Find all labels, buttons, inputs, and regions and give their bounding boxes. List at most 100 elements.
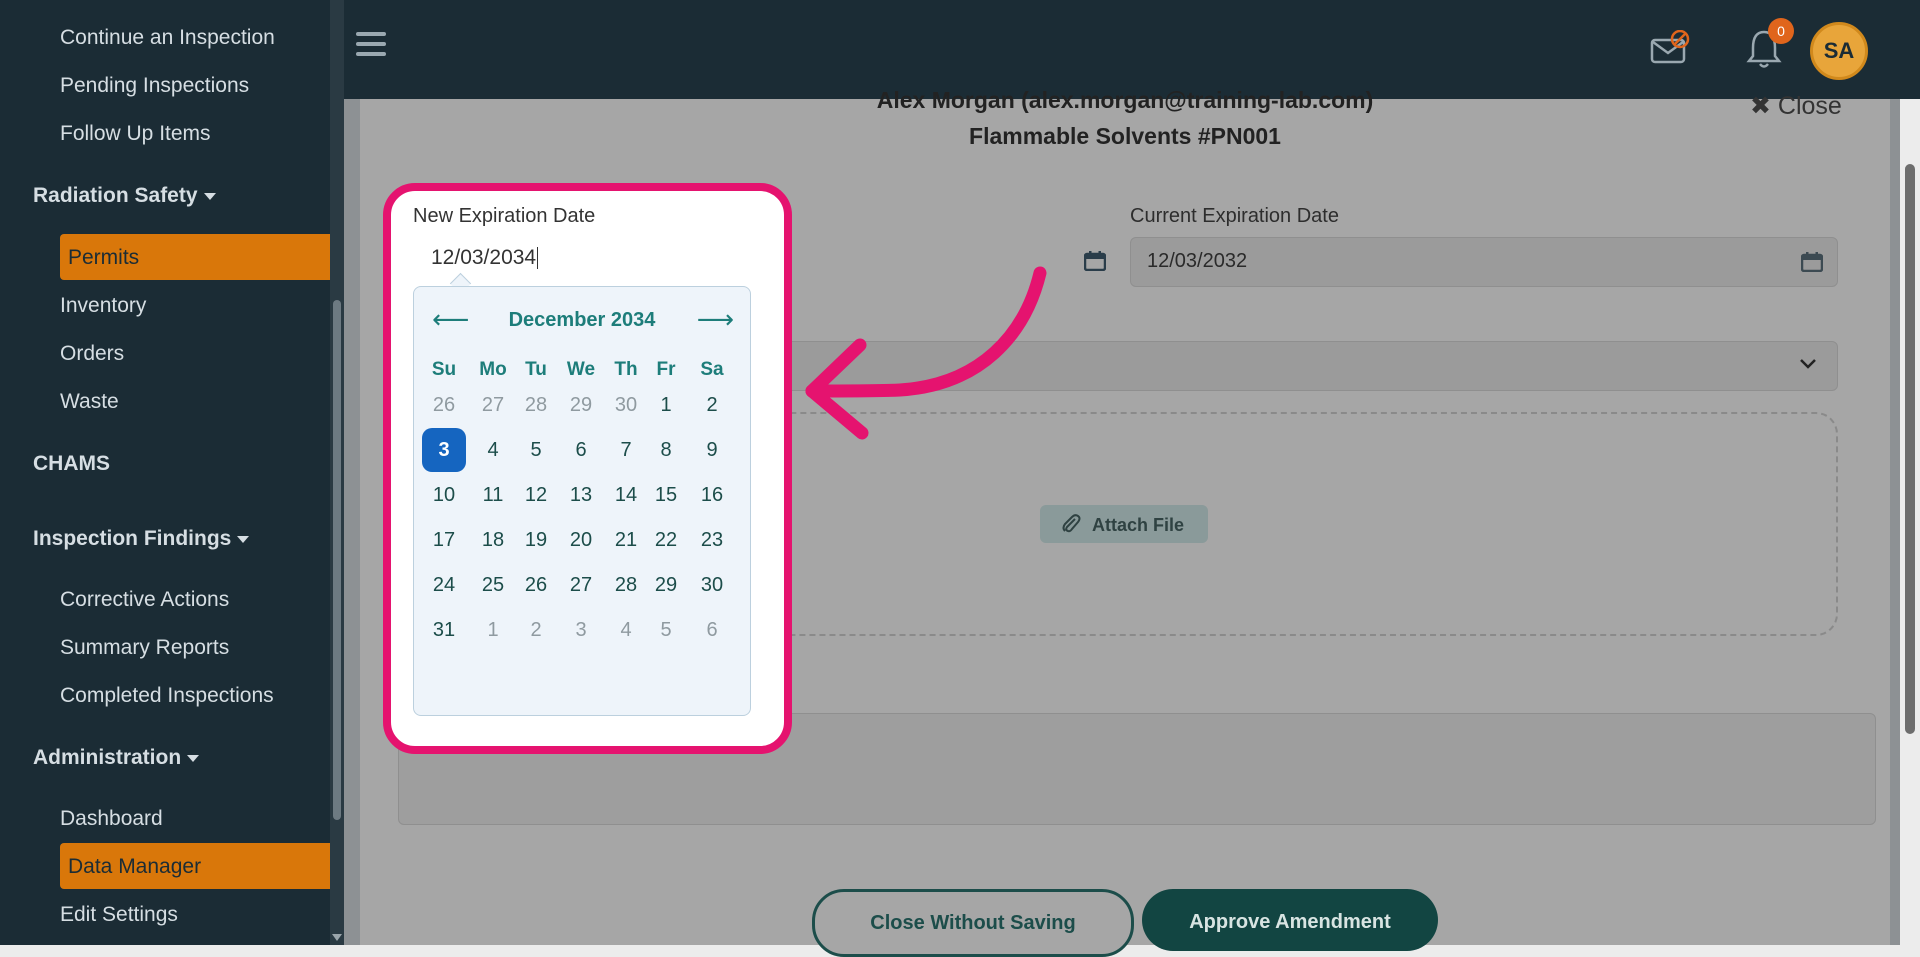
sidebar-section-administration[interactable]: Administration [33, 746, 200, 770]
attach-file-button[interactable]: Attach File [1040, 505, 1208, 543]
calendar-icon [1801, 252, 1823, 272]
weekday-header: Su [431, 359, 457, 380]
sidebar-item-label: Data Manager [68, 855, 202, 878]
text-cursor [537, 247, 539, 270]
calendar-day[interactable]: 22 [644, 518, 688, 562]
close-button[interactable]: ✖ Close [1750, 91, 1842, 121]
sidebar-item-summary-reports[interactable]: Summary Reports [60, 636, 229, 660]
new-expiration-label: New Expiration Date [413, 205, 596, 227]
caret-down-icon [203, 192, 216, 200]
calendar-icon[interactable] [1084, 251, 1106, 271]
calendar-day[interactable]: 5 [514, 428, 558, 472]
caret-down-icon [237, 535, 250, 543]
calendar-day[interactable]: 24 [422, 563, 466, 607]
sidebar-scrollbar[interactable] [330, 0, 344, 945]
sidebar-item-follow-up-items[interactable]: Follow Up Items [60, 122, 211, 146]
approve-amendment-button[interactable]: Approve Amendment [1142, 889, 1438, 951]
caret-down-icon [187, 754, 200, 762]
sidebar-item-corrective-actions[interactable]: Corrective Actions [60, 588, 229, 612]
close-without-saving-button[interactable]: Close Without Saving [812, 889, 1134, 957]
top-navbar: 0 SA [344, 0, 1920, 99]
sidebar: Continue an Inspection Pending Inspectio… [0, 0, 330, 945]
sidebar-section-inspection-findings[interactable]: Inspection Findings [33, 527, 250, 551]
notification-count-badge: 0 [1768, 18, 1794, 44]
sidebar-item-orders[interactable]: Orders [60, 342, 124, 366]
calendar-day-selected[interactable]: 3 [422, 428, 466, 472]
calendar-day-outside-month[interactable]: 28 [514, 383, 558, 427]
sidebar-item-permits[interactable]: Permits [60, 234, 330, 280]
calendar-day[interactable]: 1 [644, 383, 688, 427]
calendar-day-outside-month[interactable]: 27 [471, 383, 515, 427]
close-icon: ✖ [1750, 92, 1771, 120]
calendar-day-outside-month[interactable]: 26 [422, 383, 466, 427]
calendar-day[interactable]: 10 [422, 473, 466, 517]
page-scrollbar[interactable] [1900, 99, 1920, 945]
calendar-day[interactable]: 17 [422, 518, 466, 562]
sidebar-item-pending-inspections[interactable]: Pending Inspections [60, 74, 249, 98]
sidebar-item-dashboard[interactable]: Dashboard [60, 807, 163, 831]
sidebar-item-waste[interactable]: Waste [60, 390, 119, 414]
calendar-day[interactable]: 28 [604, 563, 648, 607]
weekday-header: Fr [656, 359, 676, 380]
calendar-day[interactable]: 12 [514, 473, 558, 517]
calendar-day[interactable]: 7 [604, 428, 648, 472]
sidebar-section-chams[interactable]: CHAMS [33, 452, 110, 476]
calendar-day[interactable]: 31 [422, 608, 466, 652]
calendar-day[interactable]: 21 [604, 518, 648, 562]
calendar-day-outside-month[interactable]: 6 [690, 608, 734, 652]
section-label: Radiation Safety [33, 184, 198, 207]
sidebar-item-inventory[interactable]: Inventory [60, 294, 146, 318]
calendar-day[interactable]: 8 [644, 428, 688, 472]
user-avatar[interactable]: SA [1810, 22, 1868, 80]
mail-blocked-icon[interactable] [1650, 30, 1690, 66]
scroll-down-arrow-icon[interactable] [332, 934, 342, 941]
new-expiration-input[interactable]: 12/03/2034 [431, 246, 539, 270]
calendar-day[interactable]: 19 [514, 518, 558, 562]
calendar-day[interactable]: 13 [559, 473, 603, 517]
calendar-day[interactable]: 11 [471, 473, 515, 517]
calendar-day-outside-month[interactable]: 2 [514, 608, 558, 652]
calendar-day-outside-month[interactable]: 4 [604, 608, 648, 652]
current-expiration-field: 12/03/2032 [1130, 237, 1838, 287]
calendar-day[interactable]: 20 [559, 518, 603, 562]
calendar-day[interactable]: 2 [690, 383, 734, 427]
calendar-day[interactable]: 23 [690, 518, 734, 562]
section-label: Inspection Findings [33, 527, 232, 550]
calendar-day-outside-month[interactable]: 5 [644, 608, 688, 652]
calendar-day[interactable]: 27 [559, 563, 603, 607]
sidebar-item-continue-inspection[interactable]: Continue an Inspection [60, 26, 275, 50]
calendar-day-outside-month[interactable]: 1 [471, 608, 515, 652]
next-month-arrow-icon[interactable]: ⟶ [697, 306, 734, 332]
calendar-day[interactable]: 15 [644, 473, 688, 517]
weekday-header: Sa [700, 359, 724, 380]
hamburger-menu-icon[interactable] [356, 32, 386, 56]
calendar-day[interactable]: 25 [471, 563, 515, 607]
calendar-day[interactable]: 4 [471, 428, 515, 472]
calendar-day[interactable]: 29 [644, 563, 688, 607]
paperclip-icon [1062, 514, 1081, 533]
calendar-day-outside-month[interactable]: 30 [604, 383, 648, 427]
calendar-day[interactable]: 16 [690, 473, 734, 517]
calendar-day[interactable]: 6 [559, 428, 603, 472]
weekday-header: Tu [525, 359, 547, 380]
datepicker: ⟵ December 2034 ⟶ Su Mo Tu We Th Fr Sa 26 27 28 29… [413, 286, 751, 716]
calendar-day[interactable]: 30 [690, 563, 734, 607]
page-scroll-thumb[interactable] [1905, 164, 1915, 734]
calendar-day[interactable]: 18 [471, 518, 515, 562]
sidebar-item-data-manager[interactable]: Data Manager [60, 843, 330, 889]
sidebar-item-label: Permits [68, 246, 140, 269]
sidebar-section-radiation-safety[interactable]: Radiation Safety [33, 184, 216, 208]
sidebar-item-edit-settings[interactable]: Edit Settings [60, 903, 178, 927]
sidebar-scroll-thumb[interactable] [333, 300, 341, 820]
sidebar-item-completed-inspections[interactable]: Completed Inspections [60, 684, 274, 708]
modal-header-user: Alex Morgan (alex.morgan@training-lab.co… [876, 87, 1374, 113]
calendar-day-outside-month[interactable]: 29 [559, 383, 603, 427]
calendar-day-outside-month[interactable]: 3 [559, 608, 603, 652]
weekday-header: Mo [479, 359, 507, 380]
calendar-day[interactable]: 14 [604, 473, 648, 517]
current-expiration-value: 12/03/2032 [1147, 250, 1248, 272]
current-expiration-label: Current Expiration Date [1130, 205, 1339, 227]
new-expiration-value: 12/03/2034 [431, 246, 537, 269]
calendar-day[interactable]: 26 [514, 563, 558, 607]
calendar-day[interactable]: 9 [690, 428, 734, 472]
